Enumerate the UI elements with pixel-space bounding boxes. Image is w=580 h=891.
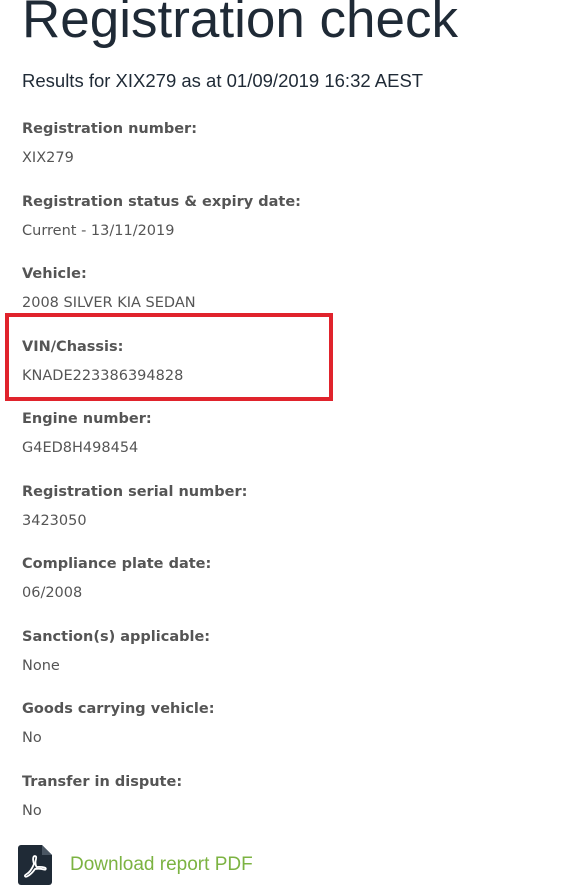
field-value: No [22, 803, 42, 819]
field-goods-carrying-vehicle: Goods carrying vehicle: No [22, 700, 215, 747]
field-transfer-in-dispute: Transfer in dispute: No [22, 773, 182, 820]
field-value: No [22, 730, 42, 746]
field-value: XIX279 [22, 150, 74, 166]
field-label: Vehicle: [22, 266, 87, 282]
field-vehicle: Vehicle: 2008 SILVER KIA SEDAN [22, 265, 196, 312]
field-value: KNADE223386394828 [22, 368, 184, 384]
field-registration-status: Registration status & expiry date: Curre… [22, 193, 301, 240]
field-sanctions-applicable: Sanction(s) applicable: None [22, 628, 210, 675]
field-label: Registration status & expiry date: [22, 194, 301, 210]
field-value: 3423050 [22, 513, 87, 529]
field-label: Sanction(s) applicable: [22, 629, 211, 645]
field-value: Current - 13/11/2019 [22, 223, 175, 239]
field-value: 2008 SILVER KIA SEDAN [22, 295, 196, 311]
field-label: Engine number: [22, 411, 152, 427]
field-label: Goods carrying vehicle: [22, 701, 215, 717]
pdf-icon [18, 845, 52, 885]
field-vin-chassis: VIN/Chassis: KNADE223386394828 [22, 338, 183, 385]
field-value: G4ED8H498454 [22, 440, 139, 456]
field-compliance-plate-date: Compliance plate date: 06/2008 [22, 555, 211, 602]
field-label: VIN/Chassis: [22, 339, 124, 355]
results-heading: Results for XIX279 as at 01/09/2019 16:3… [22, 70, 424, 91]
field-value: 06/2008 [22, 585, 83, 601]
download-report-pdf-link[interactable]: Download report PDF [18, 845, 253, 885]
field-value: None [22, 658, 60, 674]
field-label: Compliance plate date: [22, 556, 212, 572]
field-registration-serial-number: Registration serial number: 3423050 [22, 483, 247, 530]
field-engine-number: Engine number: G4ED8H498454 [22, 410, 152, 457]
field-label: Registration number: [22, 121, 197, 137]
field-label: Transfer in dispute: [22, 774, 183, 790]
page-title: Registration check [22, 0, 458, 49]
field-label: Registration serial number: [22, 484, 248, 500]
download-report-pdf-label: Download report PDF [70, 854, 253, 875]
field-registration-number: Registration number: XIX279 [22, 120, 197, 167]
